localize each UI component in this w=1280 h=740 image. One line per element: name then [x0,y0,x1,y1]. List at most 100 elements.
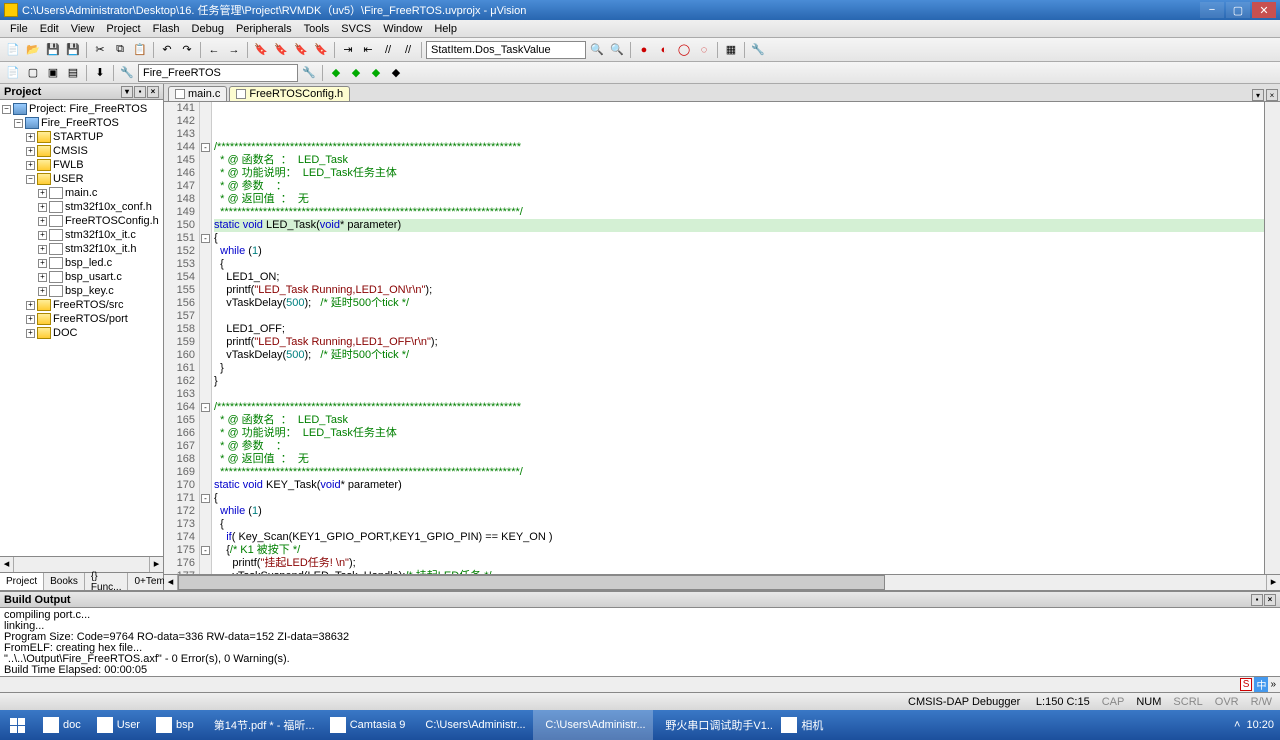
cut-button[interactable]: ✂ [91,41,109,59]
code-editor[interactable]: 1411421431441451461471481491501511521531… [164,102,1280,574]
tree-expander-icon[interactable]: − [26,175,35,184]
paste-button[interactable]: 📋 [131,41,149,59]
tree-group-cmsis[interactable]: +CMSIS [2,144,161,158]
indent-button[interactable]: ⇥ [339,41,357,59]
project-tab-1[interactable]: Books [44,573,85,590]
target-options-button[interactable]: 🔧 [118,64,136,82]
translate-button[interactable]: 📄 [4,64,22,82]
uncomment-button[interactable]: // [399,41,417,59]
copy-button[interactable]: ⧉ [111,41,129,59]
menu-svcs[interactable]: SVCS [335,23,377,35]
tree-file-stm32f10x_it-c[interactable]: +stm32f10x_it.c [2,228,161,242]
ime-punct-icon[interactable]: » [1270,679,1276,690]
new-button[interactable]: 📄 [4,41,22,59]
ime-indicator-icon[interactable]: S [1240,678,1253,691]
project-tab-2[interactable]: {} Func... [85,573,129,590]
fold-toggle-icon[interactable]: - [201,403,210,412]
maximize-button[interactable]: ▢ [1226,2,1250,18]
tree-group-fwlb[interactable]: +FWLB [2,158,161,172]
select-packs-button[interactable]: ◆ [347,64,365,82]
tree-expander-icon[interactable]: + [38,273,47,282]
taskbar-item-5[interactable]: C:\Users\Administr... [413,710,533,740]
system-tray[interactable]: ˄ 10:20 [1228,719,1280,731]
bookmark-next-button[interactable]: 🔖 [292,41,310,59]
rebuild-button[interactable]: ▣ [44,64,62,82]
menu-view[interactable]: View [65,23,101,35]
editor-tab-FreeRTOSConfig-h[interactable]: FreeRTOSConfig.h [229,86,350,101]
build-output-content[interactable]: compiling port.c...linking...Program Siz… [0,608,1280,676]
menu-flash[interactable]: Flash [147,23,186,35]
debug-start-button[interactable]: ● [635,41,653,59]
tree-expander-icon[interactable]: + [38,245,47,254]
taskbar-item-3[interactable]: 第14节.pdf * - 福昕... [202,710,322,740]
find-combo[interactable] [426,41,586,59]
tree-file-FreeRTOSConfig-h[interactable]: +FreeRTOSConfig.h [2,214,161,228]
build-button[interactable]: ▢ [24,64,42,82]
editor-tabs-dropdown-button[interactable]: ▾ [1252,89,1264,101]
tree-expander-icon[interactable]: + [38,287,47,296]
configure-button[interactable]: 🔧 [749,41,767,59]
menu-tools[interactable]: Tools [298,23,336,35]
editor-hscroll[interactable]: ◂ ▸ [164,574,1280,590]
close-button[interactable]: ✕ [1252,2,1276,18]
tree-group-freertos-src[interactable]: +FreeRTOS/src [2,298,161,312]
build-panel-pin-button[interactable]: ▪ [1251,594,1263,606]
pack-installer-button[interactable]: ◆ [367,64,385,82]
tree-file-stm32f10x_conf-h[interactable]: +stm32f10x_conf.h [2,200,161,214]
tree-expander-icon[interactable]: + [38,259,47,268]
find-button[interactable]: 🔍 [588,41,606,59]
tree-group-user[interactable]: −USER [2,172,161,186]
tree-expander-icon[interactable]: + [38,217,47,226]
panel-pin-button[interactable]: ▪ [134,86,146,98]
ime-lang-icon[interactable]: 中 [1254,677,1268,692]
window-layout-button[interactable]: ▦ [722,41,740,59]
editor-vscroll[interactable] [1264,102,1280,574]
tree-group-startup[interactable]: +STARTUP [2,130,161,144]
tree-file-stm32f10x_it-h[interactable]: +stm32f10x_it.h [2,242,161,256]
tree-expander-icon[interactable]: + [26,329,35,338]
nav-back-button[interactable]: ← [205,41,223,59]
comment-button[interactable]: // [379,41,397,59]
download-button[interactable]: ⬇ [91,64,109,82]
tree-file-bsp_led-c[interactable]: +bsp_led.c [2,256,161,270]
tree-file-bsp_usart-c[interactable]: +bsp_usart.c [2,270,161,284]
fold-toggle-icon[interactable]: - [201,494,210,503]
panel-dropdown-button[interactable]: ▾ [121,86,133,98]
menu-debug[interactable]: Debug [186,23,230,35]
disable-breakpoints-button[interactable]: ◌ [695,41,713,59]
start-button[interactable] [0,710,35,740]
fold-gutter[interactable]: ----- [200,102,212,574]
taskbar-item-2[interactable]: bsp [148,710,202,740]
tree-expander-icon[interactable]: + [26,133,35,142]
taskbar-item-6[interactable]: C:\Users\Administr... [533,710,653,740]
project-tab-0[interactable]: Project [0,573,44,590]
insert-breakpoint-button[interactable]: ◐ [655,41,673,59]
project-tree-hscroll[interactable]: ◂ ▸ [0,556,163,572]
open-button[interactable]: 📂 [24,41,42,59]
target-combo[interactable] [138,64,298,82]
tree-target[interactable]: −Fire_FreeRTOS [2,116,161,130]
tray-up-icon[interactable]: ˄ [1234,719,1240,731]
build-panel-close-button[interactable]: × [1264,594,1276,606]
tree-expander-icon[interactable]: + [38,189,47,198]
undo-button[interactable]: ↶ [158,41,176,59]
redo-button[interactable]: ↷ [178,41,196,59]
fold-toggle-icon[interactable]: - [201,143,210,152]
tree-file-bsp_key-c[interactable]: +bsp_key.c [2,284,161,298]
tree-expander-icon[interactable]: + [38,231,47,240]
build-output-hscroll[interactable]: S 中 » [0,676,1280,692]
tree-project-root[interactable]: −Project: Fire_FreeRTOS [2,102,161,116]
event-recorder-button[interactable]: ◆ [387,64,405,82]
minimize-button[interactable]: − [1200,2,1224,18]
nav-forward-button[interactable]: → [225,41,243,59]
menu-window[interactable]: Window [377,23,428,35]
tree-expander-icon[interactable]: + [26,147,35,156]
tree-group-freertos-port[interactable]: +FreeRTOS/port [2,312,161,326]
kill-breakpoints-button[interactable]: ◯ [675,41,693,59]
tree-expander-icon[interactable]: − [14,119,23,128]
manage-targets-button[interactable]: 🔧 [300,64,318,82]
bookmark-clear-button[interactable]: 🔖 [312,41,330,59]
menu-peripherals[interactable]: Peripherals [230,23,298,35]
panel-close-button[interactable]: × [147,86,159,98]
tree-expander-icon[interactable]: + [38,203,47,212]
